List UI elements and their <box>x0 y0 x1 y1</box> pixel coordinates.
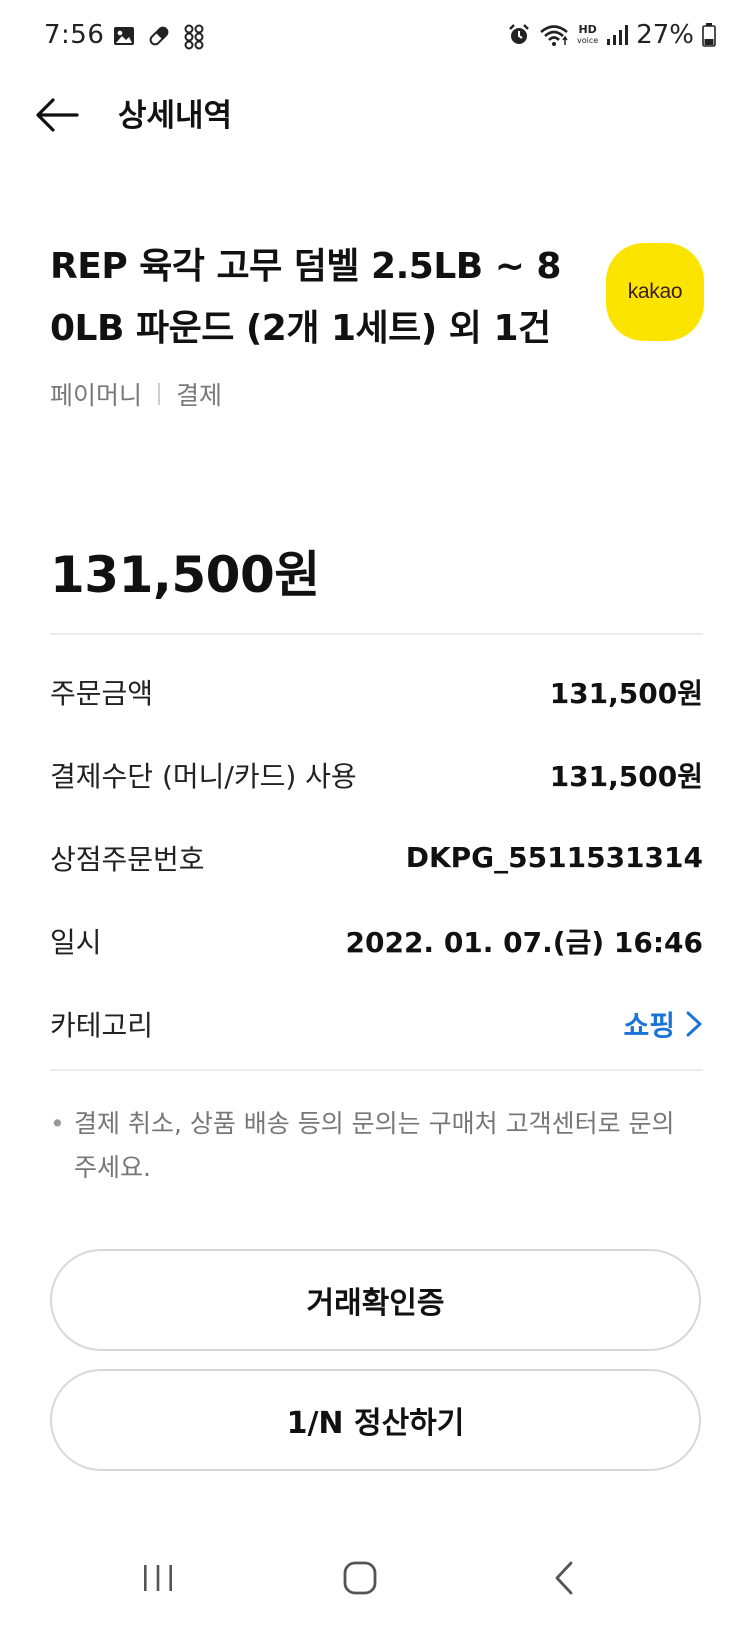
notice-text: 결제 취소, 상품 배송 등의 문의는 구매처 고객센터로 문의 주세요. <box>74 1109 675 1182</box>
payment-source: 페이머니 <box>50 381 143 410</box>
notice: • 결제 취소, 상품 배송 등의 문의는 구매처 고객센터로 문의 주세요. <box>50 1102 700 1190</box>
recent-apps-icon <box>144 1565 172 1591</box>
store-order-value: DKPG_5511531314 <box>405 841 703 874</box>
meta-separator <box>158 383 161 405</box>
wifi-icon <box>540 25 568 46</box>
app-header: 상세내역 <box>0 76 750 156</box>
category-label: 카테고리 <box>50 1008 154 1042</box>
datetime-row: 일시 2022. 01. 07.(금) 16:46 <box>50 899 703 982</box>
system-navigation-bar <box>0 1530 750 1625</box>
detail-rows: 주문금액 131,500원 결제수단 (머니/카드) 사용 131,500원 상… <box>50 650 703 1065</box>
transaction-certificate-button[interactable]: 거래확인증 <box>50 1249 701 1351</box>
datetime-value: 2022. 01. 07.(금) 16:46 <box>345 925 704 959</box>
product-title-line1: REP 육각 고무 덤벨 2.5LB ~ 8 <box>50 246 561 287</box>
payment-method-row: 결제수단 (머니/카드) 사용 131,500원 <box>50 733 703 816</box>
product-title: REP 육각 고무 덤벨 2.5LB ~ 8 0LB 파운드 (2개 1세트) … <box>50 236 570 360</box>
status-notification-icons <box>112 22 208 50</box>
order-amount-row: 주문금액 131,500원 <box>50 650 703 733</box>
nav-back-button[interactable] <box>534 1550 594 1606</box>
kakao-logo-text: kakao <box>627 280 683 303</box>
divider-top <box>50 633 703 635</box>
payment-meta: 페이머니 결제 <box>50 376 222 412</box>
back-button[interactable] <box>30 88 84 142</box>
store-order-row: 상점주문번호 DKPG_5511531314 <box>50 816 703 899</box>
datetime-label: 일시 <box>50 925 102 959</box>
payment-type: 결제 <box>176 381 223 410</box>
app-notification-icon <box>184 24 204 50</box>
chevron-right-icon <box>686 1011 702 1036</box>
gallery-icon <box>114 27 134 45</box>
hd-voice-top: HD <box>578 23 597 36</box>
hd-voice-badge: HD voice <box>577 24 598 46</box>
page-title: 상세내역 <box>118 98 233 134</box>
divider-bottom <box>50 1069 703 1071</box>
store-order-label: 상점주문번호 <box>50 842 205 876</box>
status-bar: 7:56 HD voice 27% <box>0 0 750 76</box>
payment-method-value: 131,500원 <box>549 759 703 793</box>
product-title-line2: 0LB 파운드 (2개 1세트) 외 1건 <box>50 308 551 349</box>
battery-icon <box>702 23 716 47</box>
alarm-icon <box>509 24 529 44</box>
home-icon <box>343 1561 377 1595</box>
payment-method-label: 결제수단 (머니/카드) 사용 <box>50 759 357 793</box>
category-row: 카테고리 쇼핑 <box>50 982 703 1065</box>
split-payment-button[interactable]: 1/N 정산하기 <box>50 1369 701 1471</box>
arrow-left-icon <box>36 98 79 132</box>
home-button[interactable] <box>330 1550 390 1606</box>
category-link[interactable]: 쇼핑 <box>623 1004 703 1044</box>
order-amount-value: 131,500원 <box>549 676 703 710</box>
category-value: 쇼핑 <box>623 1008 675 1042</box>
status-system-icons: HD voice 27% <box>507 20 716 50</box>
battery-percent: 27% <box>636 20 694 50</box>
hd-voice-bottom: voice <box>577 36 599 45</box>
pill-icon <box>149 26 169 46</box>
total-amount: 131,500원 <box>50 546 320 604</box>
recent-apps-button[interactable] <box>128 1550 188 1606</box>
signal-icon <box>607 25 629 45</box>
order-amount-label: 주문금액 <box>50 676 154 710</box>
notice-bullet: • <box>50 1109 65 1138</box>
nav-back-icon <box>555 1561 573 1595</box>
kakao-logo: kakao <box>606 243 704 341</box>
status-time: 7:56 <box>44 20 105 50</box>
